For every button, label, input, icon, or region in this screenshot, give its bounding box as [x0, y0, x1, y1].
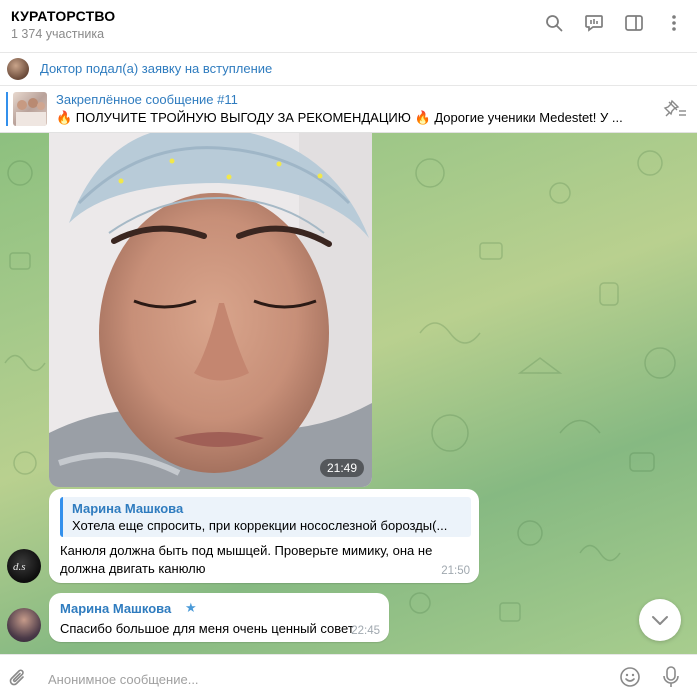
member-count: 1 374 участника [11, 27, 105, 41]
paperclip-icon[interactable] [8, 667, 28, 694]
message-composer [0, 654, 697, 700]
smile-icon[interactable] [619, 666, 641, 693]
more-vertical-icon[interactable] [663, 12, 685, 34]
message-text: Канюля должна быть под мышцей. Проверьте… [60, 543, 433, 576]
star-icon: ★ [185, 600, 197, 615]
pinned-text: 🔥 ПОЛУЧИТЕ ТРОЙНУЮ ВЫГОДУ ЗА РЕКОМЕНДАЦИ… [56, 110, 623, 125]
microphone-icon[interactable] [662, 665, 680, 694]
pinned-title: Закреплённое сообщение #11 [56, 92, 238, 107]
svg-text:d.s: d.s [13, 561, 26, 573]
message-text: Спасибо большое для меня очень ценный со… [60, 621, 354, 636]
message-time: 22:45 [351, 625, 380, 637]
avatar[interactable] [7, 608, 41, 642]
message-input[interactable] [46, 668, 610, 690]
reply-preview[interactable]: Марина Машкова Хотела еще спросить, при … [60, 497, 471, 537]
message-time: 21:50 [441, 565, 470, 577]
avatar [7, 58, 29, 80]
live-chat-icon[interactable] [583, 12, 605, 34]
reply-text: Хотела еще спросить, при коррекции носос… [72, 518, 448, 533]
search-icon[interactable] [543, 12, 565, 34]
header-actions [543, 12, 685, 34]
chat-area[interactable]: 21:49 Марина Машкова Хотела еще спросить… [0, 133, 697, 654]
join-request-text[interactable]: Доктор подал(а) заявку на вступление [40, 61, 272, 76]
pinned-accent [6, 92, 8, 126]
face-photo [49, 133, 372, 487]
pinned-message-bar[interactable]: Закреплённое сообщение #11 🔥 ПОЛУЧИТЕ ТР… [0, 86, 697, 133]
reply-author: Марина Машкова [72, 501, 184, 516]
chat-header: КУРАТОРСТВО 1 374 участника [0, 0, 697, 53]
unpin-icon[interactable] [663, 99, 687, 124]
join-request-bar[interactable]: Доктор подал(а) заявку на вступление [0, 53, 697, 86]
avatar[interactable]: d.s [7, 549, 41, 583]
message-author[interactable]: Марина Машкова [60, 601, 171, 616]
chevron-down-icon [652, 616, 668, 625]
pinned-thumbnail [13, 92, 47, 126]
scroll-down-button[interactable] [639, 599, 681, 641]
photo-timestamp: 21:49 [319, 459, 364, 477]
message-bubble[interactable]: Марина Машкова Хотела еще спросить, при … [49, 489, 479, 583]
sidebar-toggle-icon[interactable] [623, 12, 645, 34]
message-bubble[interactable]: Марина Машкова ★ Спасибо большое для мен… [49, 593, 389, 642]
photo-message[interactable]: 21:49 [49, 133, 372, 487]
chat-title[interactable]: КУРАТОРСТВО [11, 8, 115, 24]
